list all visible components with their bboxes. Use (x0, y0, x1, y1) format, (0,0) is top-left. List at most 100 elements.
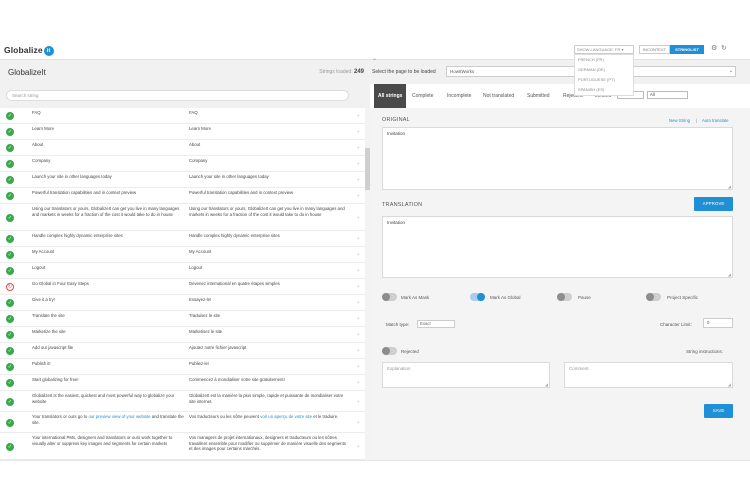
mark-as-mask-toggle[interactable] (382, 293, 397, 301)
string-row[interactable]: ✓ Marketize the site Marketisez le site × (0, 327, 365, 343)
close-icon[interactable]: × (357, 316, 360, 321)
strings-loaded: Strings loaded: 249 (319, 69, 364, 75)
save-button[interactable]: SAVE (704, 404, 733, 418)
resize-grip-icon[interactable]: ◢ (728, 272, 731, 277)
comment-textarea[interactable]: Comment ◢ (564, 362, 733, 388)
close-icon[interactable]: × (357, 444, 360, 449)
search-input[interactable]: Search string (6, 90, 349, 101)
character-limit-input[interactable]: 0 (703, 318, 733, 328)
original-string: Your international PMs, designers and tr… (32, 435, 173, 446)
project-specific-toggle[interactable] (646, 293, 661, 301)
string-row[interactable]: ✓ About About × (0, 140, 365, 156)
string-row[interactable]: ✓ Add our javascript file Ajoutez notre fi… (0, 343, 365, 359)
original-string: About (32, 142, 44, 148)
resize-grip-icon[interactable]: ◢ (728, 184, 731, 189)
language-option-es[interactable]: SPANISH (ES) (575, 85, 633, 95)
tab-submitted[interactable]: Submitted (527, 84, 550, 108)
explanation-textarea[interactable]: Explanation ◢ (382, 362, 550, 388)
auto-translate-link[interactable]: Auto translate (702, 118, 729, 123)
string-editor: ORIGINAL New String | Auto translate Inv… (370, 108, 750, 460)
close-icon[interactable]: × (357, 113, 360, 118)
language-option-pt[interactable]: PORTUGUESE (PT) (575, 75, 633, 85)
string-row[interactable]: ✓ Company Company × (0, 156, 365, 172)
original-string: Powerful translation capabilities and in… (32, 190, 137, 196)
string-row[interactable]: ✓ Your translators or ours go to our prev… (0, 412, 365, 433)
original-string: Learn More (32, 126, 54, 132)
language-select[interactable]: SHOW LANGUAGE: FR ▾ (574, 45, 634, 54)
gear-icon[interactable]: ⚙ (711, 44, 717, 52)
string-row[interactable]: ✓ Handle complex highly dynamic enterpris… (0, 231, 365, 247)
check-icon: ✓ (6, 235, 14, 243)
string-list: ✓ FAQ FAQ × ✓ Learn More Learn More × ✓ About Abou… (0, 108, 365, 460)
string-row[interactable]: ✓ Publish it! Publiez-le! × (0, 359, 365, 375)
language-option-de[interactable]: GERMAN (DE) (575, 65, 633, 75)
close-icon[interactable]: × (357, 332, 360, 337)
close-icon[interactable]: × (357, 161, 360, 166)
resize-grip-icon[interactable]: ◢ (545, 382, 548, 387)
logo-badge: it (43, 46, 54, 56)
panel-title: GlobalizeIt (8, 68, 46, 77)
original-string: Publish it! (32, 361, 51, 367)
string-row[interactable]: ✓ Logout Logout × (0, 263, 365, 279)
string-row[interactable]: ↻ Go Global in Four Easy Steps Devenez int… (0, 279, 365, 295)
pause-toggle[interactable] (557, 293, 572, 301)
tab-all-strings[interactable]: All strings (374, 84, 407, 108)
original-label: ORIGINAL (382, 117, 410, 123)
approve-button[interactable]: APPROVE (694, 197, 733, 211)
incontext-button[interactable]: INCONTEXT (639, 45, 670, 54)
new-string-link[interactable]: New String (669, 118, 690, 123)
close-icon[interactable]: × (357, 399, 360, 404)
close-icon[interactable]: × (357, 364, 360, 369)
tab-incomplete[interactable]: Incomplete (447, 84, 471, 108)
translated-string: Ajoutez notre fichier javascript (189, 345, 247, 351)
string-row[interactable]: ✓ Learn More Learn More × (0, 124, 365, 140)
string-row[interactable]: ✓ Start globalizing for free! Commencez à … (0, 375, 365, 391)
close-icon[interactable]: × (357, 145, 360, 150)
string-row[interactable]: ✓ My Account My Account × (0, 247, 365, 263)
string-row[interactable]: ✓ Using our translators or yours, Globali… (0, 204, 365, 231)
close-icon[interactable]: × (357, 420, 360, 425)
close-icon[interactable]: × (357, 284, 360, 289)
close-icon[interactable]: × (357, 300, 360, 305)
close-icon[interactable]: × (357, 252, 360, 257)
close-icon[interactable]: × (357, 236, 360, 241)
page-select-label: Select the page to be loaded (372, 69, 436, 75)
check-icon: ✓ (6, 418, 14, 427)
close-icon[interactable]: × (357, 215, 360, 220)
original-string: GlobalizeIt is the easiest, quickest and… (32, 393, 175, 404)
original-string: Translate the site (32, 313, 65, 319)
string-row[interactable]: ✓ GlobalizeIt is the easiest, quickest an… (0, 391, 365, 412)
mark-as-global-toggle[interactable] (470, 293, 485, 301)
preview-link[interactable]: voir un aperçu de votre site (260, 414, 312, 419)
tab-not-translated[interactable]: Not translated (483, 84, 514, 108)
original-textarea[interactable]: Invitation ◢ (382, 127, 733, 190)
check-icon: ✓ (6, 192, 14, 200)
pause-label: Pause (578, 295, 591, 300)
tab-complete[interactable]: Complete (412, 84, 433, 108)
string-row[interactable]: ✓ Give it a try! Essayez-le! × (0, 295, 365, 311)
language-option-fr[interactable]: FRENCH (FR) (575, 55, 633, 65)
translated-string: Traduisez le site (189, 313, 221, 319)
resize-grip-icon[interactable]: ◢ (728, 382, 731, 387)
string-row[interactable]: ✓ Your international PMs, designers and t… (0, 433, 365, 460)
close-icon[interactable]: × (357, 268, 360, 273)
close-icon[interactable]: × (357, 380, 360, 385)
close-icon[interactable]: × (357, 177, 360, 182)
stringlist-button[interactable]: STRINGLIST (670, 45, 704, 54)
check-icon: ✓ (6, 379, 14, 387)
close-icon[interactable]: × (357, 193, 360, 198)
string-row[interactable]: ✓ Translate the site Traduisez le site × (0, 311, 365, 327)
close-icon[interactable]: × (357, 348, 360, 353)
translation-textarea[interactable]: Invitation ◢ (382, 216, 733, 278)
string-row[interactable]: ✓ Launch your site in other languages tod… (0, 172, 365, 188)
translated-string: About (189, 142, 201, 148)
preview-link[interactable]: our preview view of your website (88, 414, 150, 419)
refresh-icon[interactable]: ↻ (721, 44, 727, 52)
match-type-select[interactable]: Exact (417, 320, 455, 328)
rejected-toggle[interactable] (382, 347, 397, 355)
check-icon: ✓ (6, 251, 14, 259)
string-row[interactable]: ✓ Powerful translation capabilities and i… (0, 188, 365, 204)
filter-select-2[interactable]: All (647, 91, 688, 99)
string-row[interactable]: ✓ FAQ FAQ × (0, 108, 365, 124)
close-icon[interactable]: × (357, 129, 360, 134)
